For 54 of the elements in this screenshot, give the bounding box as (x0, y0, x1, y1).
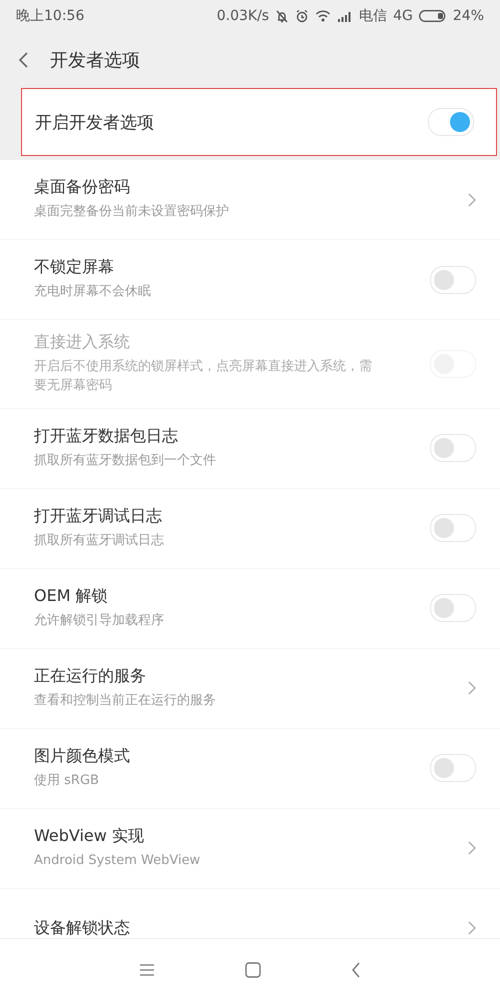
settings-row[interactable]: 桌面备份密码 桌面完整备份当前未设置密码保护 (0, 160, 500, 240)
toggle-switch[interactable] (430, 434, 476, 462)
setting-title: 打开蓝牙调试日志 (34, 506, 163, 527)
wifi-icon (315, 9, 332, 23)
setting-title: 桌面备份密码 (34, 177, 131, 198)
toggle-switch[interactable] (430, 754, 476, 782)
setting-description: 查看和控制当前正在运行的服务 (34, 692, 216, 710)
back-icon (351, 962, 361, 978)
carrier-name: 电信 (359, 7, 388, 25)
setting-description: Android System WebView (34, 852, 200, 870)
setting-title: 设备解锁状态 (34, 918, 130, 938)
back-icon (18, 51, 30, 69)
toggle-switch[interactable] (430, 514, 476, 542)
setting-title: 直接进入系统 (34, 332, 131, 353)
setting-title: 图片颜色模式 (34, 746, 130, 767)
bell-off-icon (275, 9, 290, 23)
setting-title: 开启开发者选项 (35, 112, 154, 134)
setting-title: 打开蓝牙数据包日志 (34, 426, 179, 447)
settings-row[interactable]: WebView 实现 Android System WebView (0, 808, 500, 889)
chevron-right-icon (468, 681, 476, 696)
toggle-switch[interactable] (430, 266, 476, 294)
battery-icon (418, 10, 447, 22)
battery-percent: 24% (452, 8, 484, 24)
menu-icon (139, 964, 155, 976)
settings-row[interactable]: 打开蓝牙调试日志 抓取所有蓝牙调试日志 (0, 488, 500, 569)
setting-title: WebView 实现 (34, 826, 145, 847)
setting-description: 使用 sRGB (34, 772, 100, 790)
setting-description: 允许解锁引导加载程序 (34, 612, 164, 630)
page-title: 开发者选项 (50, 49, 140, 72)
network-speed: 0.03K/s (216, 8, 270, 24)
settings-row[interactable]: 正在运行的服务 查看和控制当前正在运行的服务 (0, 648, 500, 729)
back-button[interactable] (18, 51, 30, 69)
setting-description: 抓取所有蓝牙调试日志 (34, 532, 164, 550)
setting-description: 开启后不使用系统的锁屏样式，点亮屏幕直接进入系统，需要无屏幕密码 (34, 358, 373, 395)
chevron-right-icon (468, 192, 476, 206)
toggle-switch[interactable] (428, 108, 474, 136)
settings-row[interactable]: 打开蓝牙数据包日志 抓取所有蓝牙数据包到一个文件 (0, 408, 500, 489)
setting-description: 抓取所有蓝牙数据包到一个文件 (34, 452, 216, 470)
network-type: 4G (393, 8, 413, 24)
settings-row[interactable]: 图片颜色模式 使用 sRGB (0, 728, 500, 809)
alarm-icon (295, 9, 310, 23)
chevron-right-icon (468, 841, 476, 856)
chevron-right-icon (468, 921, 476, 936)
clock-time: 晚上10:56 (16, 7, 84, 25)
signal-icon (337, 10, 354, 22)
setting-title: OEM 解锁 (34, 586, 109, 607)
home-icon (245, 962, 261, 978)
setting-title: 不锁定屏幕 (34, 257, 115, 278)
settings-row[interactable]: 不锁定屏幕 充电时屏幕不会休眠 (0, 240, 500, 320)
toggle-switch[interactable] (430, 594, 476, 622)
settings-row[interactable]: OEM 解锁 允许解锁引导加载程序 (0, 568, 500, 649)
setting-description: 充电时屏幕不会休眠 (34, 283, 151, 302)
setting-title: 正在运行的服务 (34, 666, 147, 687)
setting-description: 桌面完整备份当前未设置密码保护 (34, 203, 229, 222)
